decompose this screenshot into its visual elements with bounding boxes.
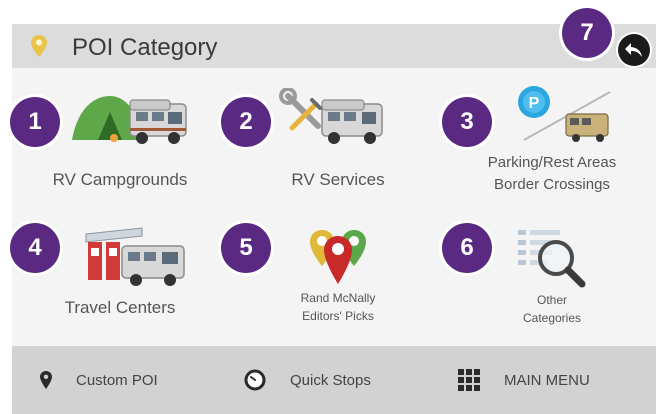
category-label-line2: Border Crossings xyxy=(494,176,610,193)
tent-and-rv-icon xyxy=(72,96,187,144)
category-label-line1: Rand McNally xyxy=(300,291,376,305)
callout-badge-3: 3 xyxy=(442,97,492,147)
category-label: Travel Centers xyxy=(64,298,176,317)
wrench-and-rv-icon xyxy=(279,88,383,144)
poi-category-screen: POI Category RV Campgrounds RV Services … xyxy=(12,24,656,414)
callout-badge-5: 5 xyxy=(221,223,271,273)
grid-menu-icon xyxy=(458,369,480,391)
stopwatch-icon xyxy=(244,369,266,391)
callout-badge-1: 1 xyxy=(10,97,60,147)
category-label-line2: Editors' Picks xyxy=(302,309,374,323)
footer-bar: Custom POI Quick Stops MAIN MENU xyxy=(12,346,656,414)
main-menu-label: MAIN MENU xyxy=(504,371,590,389)
category-label: RV Services xyxy=(291,170,385,189)
back-button[interactable] xyxy=(618,34,650,66)
category-label-line1: Other xyxy=(536,293,567,307)
magnifier-list-icon xyxy=(518,230,586,288)
map-pins-icon xyxy=(310,230,366,284)
category-label-line1: Parking/Rest Areas xyxy=(487,154,617,171)
callout-badge-7: 7 xyxy=(562,8,612,58)
category-label-line2: Categories xyxy=(522,311,582,325)
custom-poi-label: Custom POI xyxy=(76,371,158,389)
callout-badge-4: 4 xyxy=(10,223,60,273)
page-title: POI Category xyxy=(72,34,218,61)
back-arrow-icon xyxy=(625,43,642,57)
header-bar: POI Category xyxy=(12,24,656,68)
location-pin-icon xyxy=(31,35,47,57)
custom-poi-button[interactable]: Custom POI xyxy=(40,346,240,414)
callout-badge-6: 6 xyxy=(442,223,492,273)
main-menu-button[interactable]: MAIN MENU xyxy=(458,346,648,414)
category-rv-services[interactable]: RV Services xyxy=(238,82,438,202)
svg-text:P: P xyxy=(529,95,540,112)
location-pin-icon xyxy=(40,371,52,389)
parking-rv-icon: P xyxy=(518,86,611,142)
quick-stops-button[interactable]: Quick Stops xyxy=(244,346,434,414)
quick-stops-label: Quick Stops xyxy=(290,371,371,389)
category-label: RV Campgrounds xyxy=(52,170,188,189)
callout-badge-2: 2 xyxy=(221,97,271,147)
fuel-station-rv-icon xyxy=(85,227,185,286)
